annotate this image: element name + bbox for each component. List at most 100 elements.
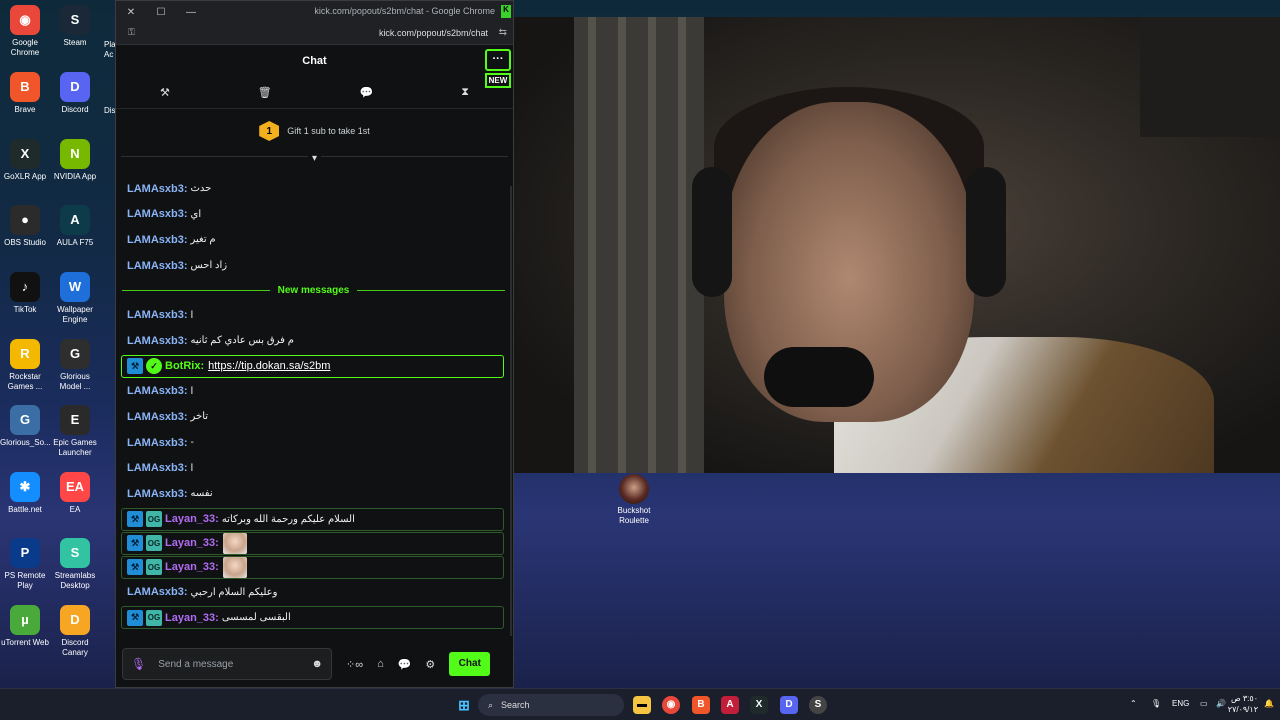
language-indicator[interactable]: ENG bbox=[1172, 699, 1189, 708]
kick-extension-icon[interactable]: K bbox=[501, 5, 511, 18]
collapse-toggle[interactable]: ▾ bbox=[116, 153, 513, 169]
chat-username[interactable]: Layan_33: bbox=[165, 561, 219, 573]
chat-message[interactable]: ⚒ ✓ BotRix: https://tip.dokan.sa/s2bm bbox=[121, 354, 504, 378]
pinned-gift-banner[interactable]: 1 Gift 1 sub to take 1st bbox=[116, 109, 513, 153]
chat-username[interactable]: Layan_33: bbox=[165, 612, 219, 624]
clock-time: ٣:٥٠ ص bbox=[1230, 694, 1258, 703]
desktop-icon[interactable]: X GoXLR App bbox=[0, 139, 50, 182]
chat-username[interactable]: LAMAsxb3: bbox=[127, 586, 188, 598]
window-title: kick.com/popout/s2bm/chat - Google Chrom… bbox=[314, 6, 495, 16]
chat-username[interactable]: LAMAsxb3: bbox=[127, 234, 188, 246]
site-info-icon[interactable]: ⚿ bbox=[128, 27, 135, 38]
maximize-window-icon[interactable]: ☐ bbox=[146, 7, 176, 18]
chat-bubble-icon[interactable]: 💬 bbox=[360, 86, 374, 99]
ban-hammer-icon[interactable]: ⚒ bbox=[160, 86, 170, 99]
microphone-icon[interactable]: 🎙 bbox=[131, 657, 146, 671]
moderator-badge-icon: ⚒ bbox=[127, 609, 143, 626]
buckshot-roulette-shortcut[interactable]: Buckshot Roulette bbox=[612, 474, 656, 526]
steam-taskbar-icon[interactable]: S bbox=[809, 696, 827, 714]
desktop-icon[interactable]: N NVIDIA App bbox=[50, 139, 100, 182]
desktop-icon[interactable]: S Steam bbox=[50, 5, 100, 48]
baby-emote-icon bbox=[222, 532, 247, 554]
chat-scrollbar[interactable] bbox=[510, 186, 512, 636]
chat-message[interactable]: LAMAsxb3: زاد احس bbox=[116, 253, 513, 279]
goxlr-taskbar-icon[interactable]: X bbox=[750, 696, 768, 714]
desktop-icon-label: Wallpaper Engine bbox=[57, 305, 93, 324]
chat-link[interactable]: https://tip.dokan.sa/s2bm bbox=[208, 360, 330, 372]
chat-message[interactable]: LAMAsxb3: اي bbox=[116, 202, 513, 228]
chat-message[interactable]: ⚒ OG Layan_33: bbox=[121, 555, 504, 579]
chat-username[interactable]: LAMAsxb3: bbox=[127, 208, 188, 220]
file-explorer-icon[interactable]: ▬ bbox=[633, 696, 651, 714]
chat-username[interactable]: LAMAsxb3: bbox=[127, 260, 188, 272]
desktop-icon[interactable]: EA EA bbox=[50, 472, 100, 515]
chat-message[interactable]: ⚒ OG Layan_33: السلام عليكم ورحمة الله وبرك… bbox=[121, 507, 504, 531]
volume-icon[interactable]: 🔊 bbox=[1216, 699, 1226, 708]
chrome-taskbar-icon[interactable]: ◉ bbox=[662, 696, 680, 714]
desktop-icon[interactable]: D Discord Canary bbox=[50, 605, 100, 658]
adobe-icon[interactable]: A bbox=[721, 696, 739, 714]
chat-message[interactable]: LAMAsxb3: ا bbox=[116, 302, 513, 328]
chat-username[interactable]: LAMAsxb3: bbox=[127, 385, 188, 397]
chat-username[interactable]: BotRix: bbox=[165, 360, 204, 372]
desktop-icon[interactable]: A AULA F75 bbox=[50, 205, 100, 248]
desktop-icon[interactable]: B Brave bbox=[0, 72, 50, 115]
send-chat-button[interactable]: Chat bbox=[449, 652, 491, 676]
desktop-icon[interactable]: P PS Remote Play bbox=[0, 538, 50, 591]
brave-taskbar-icon[interactable]: B bbox=[692, 696, 710, 714]
desktop-icon[interactable]: ● OBS Studio bbox=[0, 205, 50, 248]
chat-message[interactable]: LAMAsxb3: م تغير bbox=[116, 227, 513, 253]
tune-icon[interactable]: ⇆ bbox=[499, 27, 507, 38]
tray-microphone-icon[interactable]: 🎙 bbox=[1151, 699, 1161, 708]
taskbar-clock[interactable]: ٣:٥٠ ص ٢٧/٠٩/١٢ bbox=[1228, 693, 1258, 715]
chat-username[interactable]: Layan_33: bbox=[165, 513, 219, 525]
network-icon[interactable]: ▭ bbox=[1200, 699, 1208, 708]
chat-message[interactable]: LAMAsxb3: م فرق بس عادي كم ثانيه bbox=[116, 328, 513, 354]
desktop-icon[interactable]: ♪ TikTok bbox=[0, 272, 50, 315]
desktop-icon[interactable]: D Discord bbox=[50, 72, 100, 115]
desktop-icon[interactable]: µ uTorrent Web bbox=[0, 605, 50, 648]
message-input[interactable]: 🎙 Send a message ☻ bbox=[122, 648, 332, 680]
chat-username[interactable]: LAMAsxb3: bbox=[127, 462, 188, 474]
points-infinity-button[interactable]: ⁘∞ bbox=[346, 658, 363, 671]
desktop-icon[interactable]: W Wallpaper Engine bbox=[50, 272, 100, 325]
windows-start-icon[interactable]: ⊞ bbox=[455, 696, 473, 714]
desktop-icon[interactable]: G Glorious Model ... bbox=[50, 339, 100, 392]
store-icon[interactable]: ⌂ bbox=[377, 658, 384, 670]
chat-username[interactable]: Layan_33: bbox=[165, 537, 219, 549]
chat-message[interactable]: ⚒ OG Layan_33: bbox=[121, 531, 504, 555]
desktop-icon[interactable]: G Glorious_So... bbox=[0, 405, 51, 448]
chat-username[interactable]: LAMAsxb3: bbox=[127, 437, 188, 449]
desktop-icon[interactable]: R Rockstar Games ... bbox=[0, 339, 50, 392]
chat-username[interactable]: LAMAsxb3: bbox=[127, 335, 188, 347]
chat-message[interactable]: LAMAsxb3: حدث bbox=[116, 176, 513, 202]
tray-overflow-icon[interactable]: ⌃ bbox=[1130, 699, 1137, 708]
chat-username[interactable]: LAMAsxb3: bbox=[127, 411, 188, 423]
desktop-icon[interactable]: E Epic Games Launcher bbox=[50, 405, 100, 458]
emoji-icon[interactable]: ☻ bbox=[311, 658, 323, 670]
chat-username[interactable]: LAMAsxb3: bbox=[127, 488, 188, 500]
chat-message[interactable]: LAMAsxb3: ا bbox=[116, 379, 513, 405]
trash-icon[interactable]: 🗑 bbox=[258, 86, 272, 99]
chat-message[interactable]: LAMAsxb3: تاخر bbox=[116, 404, 513, 430]
minimize-window-icon[interactable]: — bbox=[176, 7, 206, 18]
desktop-icon[interactable]: ◉ Google Chrome bbox=[0, 5, 50, 58]
chat-message[interactable]: LAMAsxb3: وعليكم السلام ارحبي bbox=[116, 580, 513, 606]
taskbar-search[interactable]: ⌕ Search bbox=[478, 694, 624, 716]
desktop-icon[interactable]: S Streamlabs Desktop bbox=[50, 538, 100, 591]
hourglass-icon[interactable]: ⧗ bbox=[461, 86, 469, 99]
chat-message[interactable]: LAMAsxb3: نفسه bbox=[116, 481, 513, 507]
chat-message[interactable]: LAMAsxb3: ا bbox=[116, 455, 513, 481]
desktop-icon[interactable]: ✱ Battle.net bbox=[0, 472, 50, 515]
settings-gear-icon[interactable]: ⚙ bbox=[425, 658, 435, 671]
chat-message[interactable]: LAMAsxb3: - bbox=[116, 430, 513, 456]
close-window-icon[interactable]: ✕ bbox=[116, 7, 146, 18]
address-bar[interactable]: ⚿ kick.com/popout/s2bm/chat ⇆ bbox=[116, 23, 513, 45]
chat-mode-icon[interactable]: 💬 bbox=[398, 658, 412, 671]
chat-username[interactable]: LAMAsxb3: bbox=[127, 309, 188, 321]
discord-taskbar-icon[interactable]: D bbox=[780, 696, 798, 714]
more-options-button[interactable]: ··· bbox=[485, 49, 511, 71]
chat-username[interactable]: LAMAsxb3: bbox=[127, 183, 188, 195]
notifications-icon[interactable]: 🔔 bbox=[1264, 699, 1274, 708]
chat-message[interactable]: ⚒ OG Layan_33: البقسى لمسسى bbox=[121, 606, 504, 630]
